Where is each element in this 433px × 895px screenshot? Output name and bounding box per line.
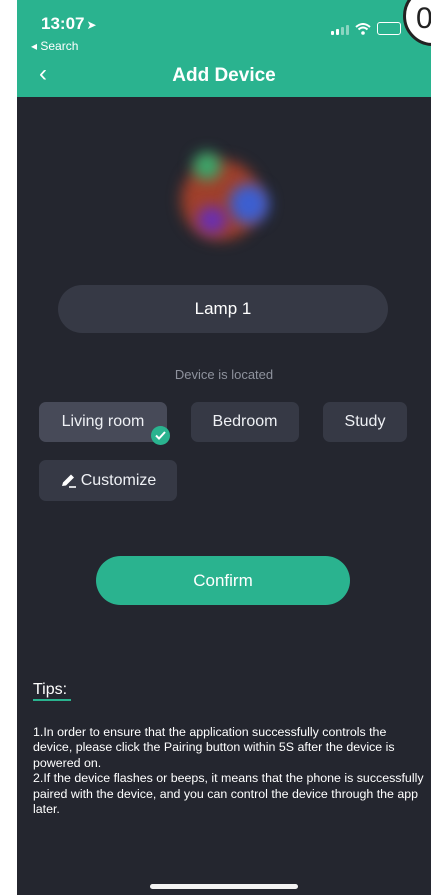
tips-underline — [33, 699, 71, 701]
phone-screen: 13:07➤ ◂ Search 03 ‹ Add Device Lamp 1 — [17, 0, 431, 895]
step-badge: 03 — [403, 0, 431, 46]
location-arrow-icon: ➤ — [86, 18, 97, 32]
device-image — [167, 138, 279, 248]
pencil-icon — [61, 474, 76, 488]
cellular-signal-icon — [331, 25, 349, 35]
status-time: 13:07 ➤ — [41, 14, 97, 34]
confirm-button[interactable]: Confirm — [96, 556, 350, 605]
customize-label: Customize — [80, 471, 157, 489]
tips-text: 1.In order to ensure that the applicatio… — [33, 725, 429, 817]
room-study[interactable]: Study — [323, 402, 407, 442]
customize-button[interactable]: Customize — [39, 460, 177, 501]
device-name-field[interactable]: Lamp 1 — [58, 285, 388, 333]
tip-2: 2.If the device flashes or beeps, it mea… — [33, 771, 424, 817]
room-living-room[interactable]: Living room — [39, 402, 170, 445]
location-label: Device is located — [174, 367, 274, 382]
status-time-text: 13:07 — [41, 14, 85, 33]
room-label: Bedroom — [212, 413, 278, 430]
tips-title: Tips: — [33, 681, 68, 698]
check-icon — [151, 426, 170, 445]
wifi-icon — [355, 23, 371, 35]
home-indicator[interactable] — [150, 884, 298, 889]
room-bedroom[interactable]: Bedroom — [191, 402, 299, 442]
room-label: Living room — [61, 413, 145, 430]
room-label: Study — [344, 413, 386, 430]
page-title: Add Device — [172, 65, 276, 86]
status-icons — [331, 22, 401, 35]
back-to-search-link[interactable]: ◂ Search — [31, 39, 78, 53]
battery-icon — [377, 22, 401, 35]
tip-1: 1.In order to ensure that the applicatio… — [33, 725, 395, 770]
header: 13:07➤ ◂ Search 03 ‹ Add Device — [17, 0, 431, 97]
